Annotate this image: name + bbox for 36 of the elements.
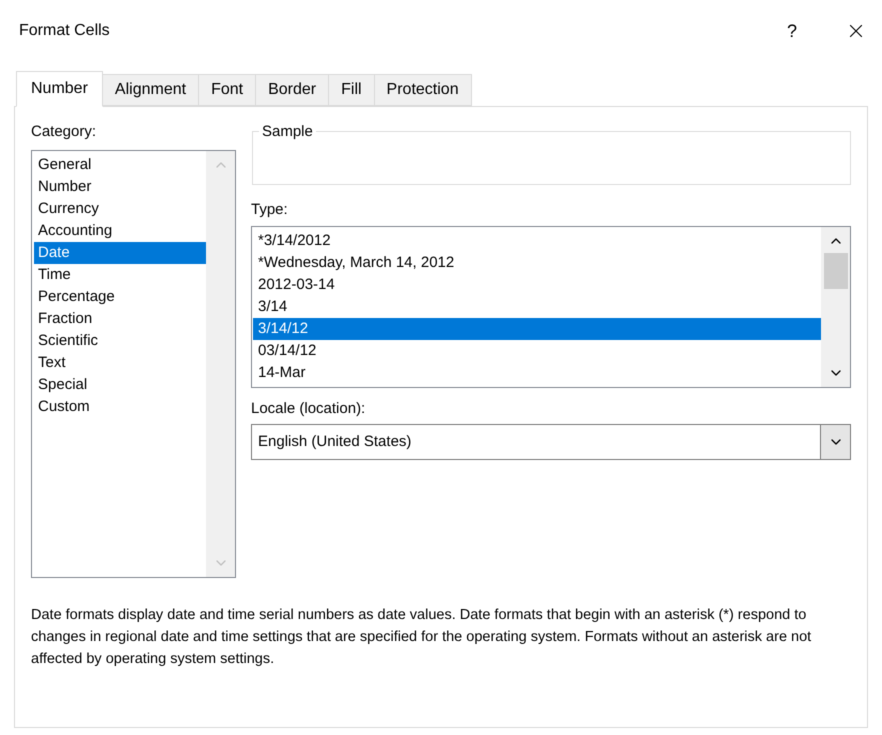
category-item[interactable]: Number [34, 176, 206, 198]
category-item[interactable]: Custom [34, 396, 206, 418]
category-item[interactable]: Date [34, 242, 206, 264]
type-item[interactable]: 14-Mar [253, 362, 821, 384]
tab[interactable]: Alignment [102, 74, 200, 106]
type-item[interactable]: 3/14/12 [253, 318, 821, 340]
type-list[interactable]: *3/14/2012 *Wednesday, March 14, 2012 2012-03-14 3/14 3/14/12 03/14/12 14-Mar [251, 226, 851, 388]
type-item[interactable]: 2012-03-14 [253, 274, 821, 296]
locale-label: Locale (location): [251, 398, 366, 418]
tab[interactable]: Number [16, 71, 103, 107]
description-text: Date formats display date and time serial numbers as date values. Date formats that begin with an asterisk (*) respond to changes in regional date and time settings that are specified for the operating system. Formats without an asterisk are not affected by operating system settings. [31, 606, 812, 668]
tab[interactable]: Border [256, 74, 330, 106]
scroll-thumb[interactable] [824, 252, 848, 288]
type-item[interactable]: *3/14/2012 [253, 230, 821, 252]
scrollbar[interactable] [821, 226, 850, 386]
category-item[interactable]: Fraction [34, 308, 206, 330]
category-label: Category: [31, 122, 98, 142]
type-item[interactable]: 03/14/12 [253, 340, 821, 362]
category-item[interactable]: Scientific [34, 330, 206, 352]
category-list[interactable]: General Number Currency Accounting Date Time Percentage Fraction Scientific Text Special Custom [31, 150, 236, 578]
category-item[interactable]: Special [34, 374, 206, 396]
category-item[interactable]: General [34, 154, 206, 176]
help-button[interactable]: ? [772, 11, 812, 51]
type-item[interactable]: *Wednesday, March 14, 2012 [253, 252, 821, 274]
category-item[interactable]: Currency [34, 198, 206, 220]
type-label: Type: [251, 200, 289, 220]
category-item[interactable]: Accounting [34, 220, 206, 242]
tab[interactable]: Protection [374, 74, 472, 106]
category-item[interactable]: Text [34, 352, 206, 374]
tab[interactable]: Font [199, 74, 256, 106]
category-item[interactable]: Percentage [34, 286, 206, 308]
type-item[interactable]: 3/14 [253, 296, 821, 318]
category-item[interactable]: Time [34, 264, 206, 286]
window-title: Format Cells [19, 21, 110, 41]
tab[interactable]: Fill [329, 74, 375, 106]
locale-dropdown[interactable]: English (United States) [251, 424, 851, 460]
